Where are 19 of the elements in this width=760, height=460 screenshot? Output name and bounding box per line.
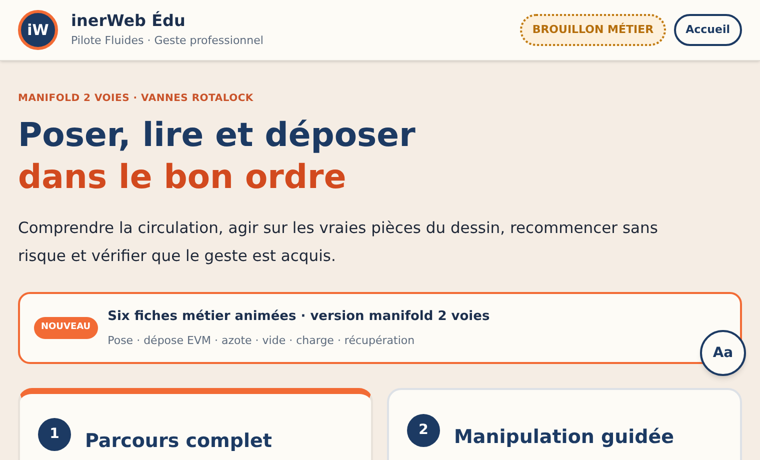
card-title: Manipulation guidée xyxy=(454,425,674,450)
notice-details: Pose · dépose EVM · azote · vide · charge · récupération xyxy=(108,332,416,348)
app-subtitle: Pilote Fluides · Geste professionnel xyxy=(71,32,264,49)
intro-text: Comprendre la circulation, agir sur les vraies pièces du dessin, recommencer sans risque et vérifier que le geste est acquis. xyxy=(18,218,659,267)
card-title: Parcours complet xyxy=(85,429,272,454)
draft-badge: BROUILLON MÉTIER xyxy=(520,14,666,46)
logo-icon: iW xyxy=(18,10,58,50)
hero-title-accent: dans le bon ordre xyxy=(18,156,348,198)
step-card[interactable]: 2 Manipulation guidée xyxy=(387,388,742,460)
app-title: inerWeb Édu xyxy=(71,10,186,31)
eyebrow-text: MANIFOLD 2 VOIES · VANNES ROTALOCK xyxy=(18,92,254,106)
new-badge: NOUVEAU xyxy=(34,317,98,339)
notice-title: Six fiches métier animées · version manifold 2 voies xyxy=(108,308,490,326)
hero-title: Poser, lire et déposer xyxy=(18,114,416,156)
font-size-button[interactable]: Aa xyxy=(700,330,746,376)
step-number: 2 xyxy=(407,414,440,447)
step-number: 1 xyxy=(38,418,71,451)
step-card[interactable]: 1 Parcours complet xyxy=(18,388,373,460)
home-button[interactable]: Accueil xyxy=(674,14,742,46)
